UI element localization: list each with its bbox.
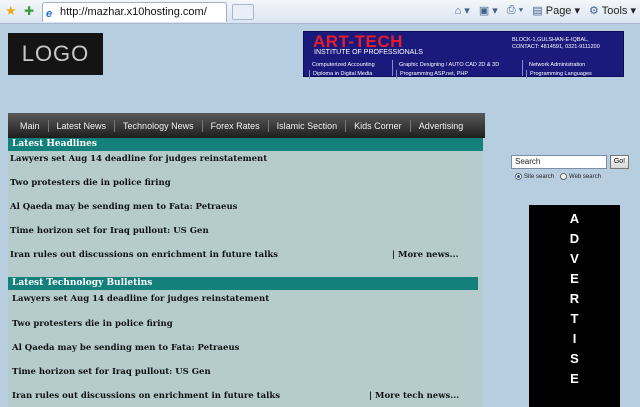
more-news-link[interactable]: | More news... (392, 250, 459, 260)
banner-address: BLOCK-1,GULSHAN-E-IQBAL, CONTACT: 481459… (512, 37, 622, 51)
web-search-label: Web search (569, 174, 601, 181)
new-tab-button[interactable] (232, 4, 254, 20)
home-icon[interactable]: ⌂ ▾ (455, 4, 470, 17)
news-content: Latest Headlines Lawyers set Aug 14 dead… (8, 138, 483, 407)
tech-headline-link[interactable]: Lawyers set Aug 14 deadline for judges r… (12, 294, 269, 304)
banner-courses: Computerized Accounting Diploma in Digit… (306, 60, 623, 79)
page-icon: ▤ (532, 5, 546, 17)
banner-address-line: BLOCK-1,GULSHAN-E-IQBAL, (512, 37, 589, 43)
tech-headline-link[interactable]: Time horizon set for Iraq pullout: US Ge… (12, 367, 211, 377)
advertise-letter: E (570, 271, 579, 286)
tech-bulletins-header: Latest Technology Bulletins (8, 277, 478, 290)
tools-menu[interactable]: ⚙ Tools ▾ (589, 4, 636, 17)
headline-link[interactable]: Two protesters die in police firing (10, 178, 171, 188)
banner-contact-line: CONTACT: 4814591, 0321-9111200 (512, 44, 600, 50)
banner-course-line: Programming ASP.net, PHP (396, 70, 519, 79)
feeds-icon[interactable]: ▣ ▾ (479, 4, 498, 17)
banner-course-line: Graphic Designing / AUTO CAD 2D & 3D (399, 62, 500, 68)
banner-course: Graphic Designing / AUTO CAD 2D & 3D Pro… (392, 60, 522, 79)
art-tech-banner[interactable]: ART-TECH INSTITUTE OF PROFESSIONALS BLOC… (303, 31, 624, 79)
nav-forex-rates[interactable]: Forex Rates (203, 119, 269, 132)
page-menu-label: Page (545, 5, 572, 17)
browser-tab[interactable]: e http://mazhar.x10hosting.com/ (42, 2, 227, 22)
print-icon[interactable]: ⎙ ▾ (507, 4, 523, 17)
radio-icon (560, 173, 568, 180)
browser-toolbar: ★ ✚ e http://mazhar.x10hosting.com/ ⌂ ▾ … (0, 0, 640, 24)
site-search: Search Go! Site search Web search (511, 155, 629, 181)
banner-course-line: Programming Languages (526, 70, 619, 79)
search-input[interactable]: Search (511, 155, 607, 169)
nav-advertising[interactable]: Advertising (411, 120, 472, 132)
nav-kids-corner[interactable]: Kids Corner (346, 119, 411, 132)
nav-islamic-section[interactable]: Islamic Section (269, 119, 347, 132)
banner-course: Network Administration Programming Langu… (522, 60, 622, 79)
site-logo[interactable]: LOGO (8, 33, 103, 75)
headline-link[interactable]: Lawyers set Aug 14 deadline for judges r… (10, 154, 267, 164)
banner-subtitle: INSTITUTE OF PROFESSIONALS (314, 49, 423, 56)
advertise-letter: D (569, 231, 580, 246)
banner-course: Computerized Accounting Diploma in Digit… (306, 60, 392, 79)
advertise-letter: V (570, 251, 579, 266)
headline-link[interactable]: Iran rules out discussions on enrichment… (10, 250, 278, 260)
advertise-letter: R (569, 291, 580, 306)
ie-icon: e (46, 8, 53, 20)
site-search-label: Site search (524, 174, 555, 181)
advertise-letter: S (570, 351, 579, 366)
advertise-letter: E (570, 371, 579, 386)
tools-menu-label: Tools (601, 5, 628, 17)
add-favorites-icon[interactable]: ✚ (24, 4, 34, 18)
tab-url: http://mazhar.x10hosting.com/ (60, 6, 207, 18)
web-search-option[interactable]: Web search (560, 173, 601, 180)
tech-headline-link[interactable]: Al Qaeda may be sending men to Fata: Pet… (12, 343, 239, 353)
advertise-letter: T (570, 311, 579, 326)
more-tech-news-link[interactable]: | More tech news... (369, 391, 459, 401)
latest-headlines-header: Latest Headlines (8, 138, 483, 151)
favorites-star-icon[interactable]: ★ (5, 4, 17, 19)
nav-main[interactable]: Main (12, 119, 49, 132)
gear-icon: ⚙ (589, 5, 602, 17)
banner-course-line: Network Administration (529, 62, 586, 68)
search-scope: Site search Web search (515, 173, 601, 180)
tech-headline-link[interactable]: Two protesters die in police firing (12, 319, 173, 329)
banner-course-line: Diploma in Digital Media (309, 70, 389, 79)
command-bar: ⌂ ▾ ▣ ▾ ⎙ ▾ ▤ Page ▾ ⚙ Tools ▾ (455, 4, 636, 17)
tech-headline-link[interactable]: Iran rules out discussions on enrichment… (12, 391, 280, 401)
site-search-option[interactable]: Site search (515, 173, 554, 180)
headline-link[interactable]: Time horizon set for Iraq pullout: US Ge… (10, 226, 209, 236)
banner-course-line: Computerized Accounting (312, 62, 375, 68)
nav-latest-news[interactable]: Latest News (49, 119, 116, 132)
main-nav: Main Latest News Technology News Forex R… (8, 113, 485, 138)
advertise-banner[interactable]: A D V E R T I S E (529, 205, 620, 407)
advertise-letter: A (569, 211, 580, 226)
radio-selected-icon (515, 173, 522, 180)
page-menu[interactable]: ▤ Page ▾ (532, 4, 580, 17)
headline-link[interactable]: Al Qaeda may be sending men to Fata: Pet… (10, 202, 237, 212)
advertise-letter: I (572, 331, 577, 346)
nav-technology-news[interactable]: Technology News (115, 119, 203, 132)
search-go-button[interactable]: Go! (610, 155, 629, 169)
